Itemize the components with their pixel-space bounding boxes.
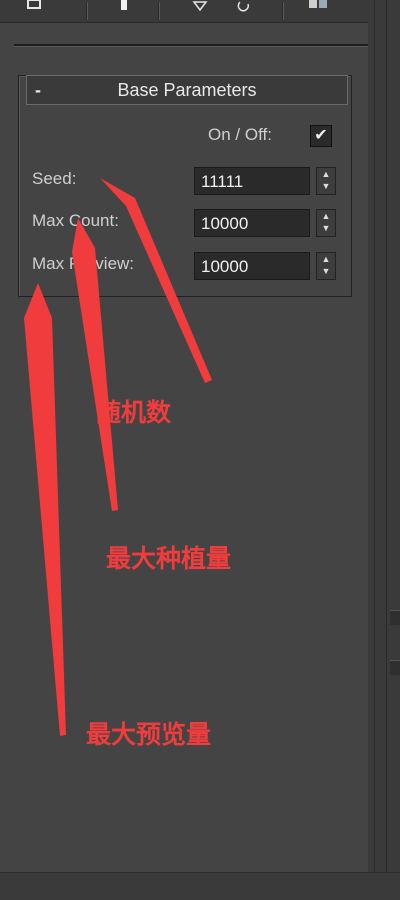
max-count-arrow — [72, 218, 118, 511]
max-preview-arrow — [24, 283, 66, 736]
seed-arrow — [100, 178, 212, 383]
annotation-arrows — [24, 178, 212, 736]
max-preview-annotation: 最大预览量 — [86, 721, 212, 749]
max-count-annotation: 最大种植量 — [106, 545, 232, 573]
bottom-bar — [0, 872, 400, 900]
seed-annotation: 随机数 — [96, 399, 172, 427]
